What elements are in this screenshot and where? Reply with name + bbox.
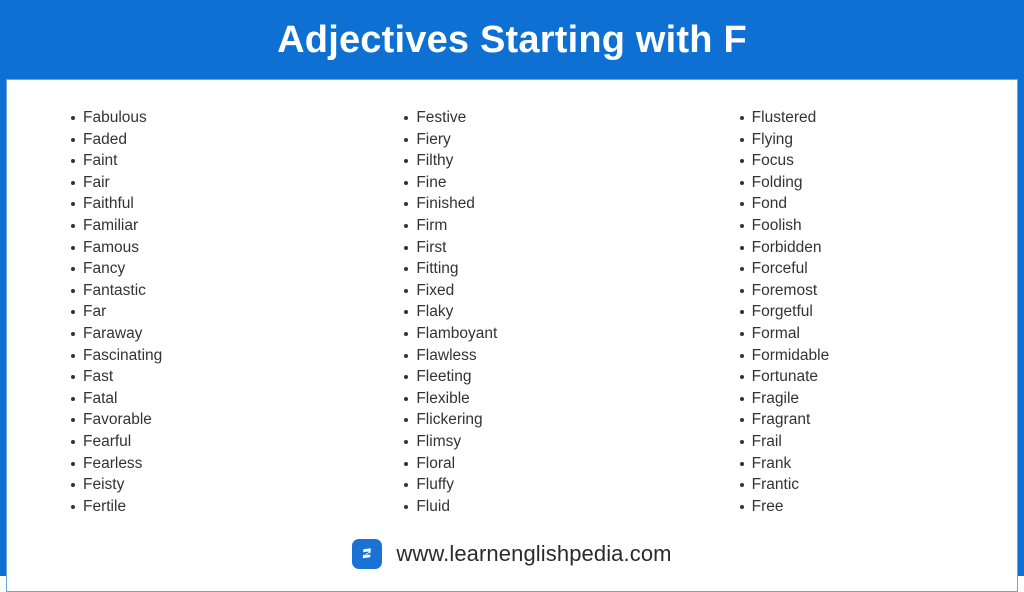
list-item: Fearless bbox=[70, 453, 346, 475]
word-columns: Fabulous Faded Faint Fair Faithful Famil… bbox=[7, 80, 1017, 517]
list-item: Fleeting bbox=[404, 366, 685, 388]
list-item: Fluffy bbox=[404, 474, 685, 496]
list-item: Familiar bbox=[70, 215, 346, 237]
list-item: Frail bbox=[739, 431, 1017, 453]
list-item: Flaky bbox=[404, 301, 685, 323]
list-item: Flamboyant bbox=[404, 323, 685, 345]
list-item: Fair bbox=[70, 172, 346, 194]
list-item: Flustered bbox=[739, 107, 1017, 129]
list-item: Favorable bbox=[70, 409, 346, 431]
header-banner: Adjectives Starting with F bbox=[0, 0, 1024, 79]
list-item: Fluid bbox=[404, 496, 685, 518]
list-item: Finished bbox=[404, 193, 685, 215]
list-item: Focus bbox=[739, 150, 1017, 172]
word-list-1: Fabulous Faded Faint Fair Faithful Famil… bbox=[65, 107, 346, 517]
list-item: Foolish bbox=[739, 215, 1017, 237]
footer-branding: www.learnenglishpedia.com bbox=[7, 517, 1017, 591]
list-item: Flexible bbox=[404, 388, 685, 410]
list-item: Flying bbox=[739, 129, 1017, 151]
page-title: Adjectives Starting with F bbox=[277, 18, 747, 61]
list-item: Fancy bbox=[70, 258, 346, 280]
list-item: Fiery bbox=[404, 129, 685, 151]
list-item: Fragrant bbox=[739, 409, 1017, 431]
word-column-2: Festive Fiery Filthy Fine Finished Firm … bbox=[346, 107, 685, 517]
list-item: Firm bbox=[404, 215, 685, 237]
poster-root: Adjectives Starting with F Fabulous Fade… bbox=[0, 0, 1024, 592]
list-item: Formidable bbox=[739, 345, 1017, 367]
word-list-2: Festive Fiery Filthy Fine Finished Firm … bbox=[398, 107, 685, 517]
list-item: Fond bbox=[739, 193, 1017, 215]
list-item: Fragile bbox=[739, 388, 1017, 410]
list-item: Folding bbox=[739, 172, 1017, 194]
list-item: Fatal bbox=[70, 388, 346, 410]
list-item: Forgetful bbox=[739, 301, 1017, 323]
list-item: Filthy bbox=[404, 150, 685, 172]
word-column-3: Flustered Flying Focus Folding Fond Fool… bbox=[686, 107, 1017, 517]
list-item: Fixed bbox=[404, 280, 685, 302]
list-item: Feisty bbox=[70, 474, 346, 496]
list-item: Fortunate bbox=[739, 366, 1017, 388]
list-item: Frank bbox=[739, 453, 1017, 475]
list-item: Forbidden bbox=[739, 237, 1017, 259]
list-item: Famous bbox=[70, 237, 346, 259]
list-item: Fantastic bbox=[70, 280, 346, 302]
list-item: Fitting bbox=[404, 258, 685, 280]
list-item: Faint bbox=[70, 150, 346, 172]
list-item: Festive bbox=[404, 107, 685, 129]
list-item: Formal bbox=[739, 323, 1017, 345]
letter-e-logo-icon bbox=[352, 539, 383, 570]
list-item: Free bbox=[739, 496, 1017, 518]
list-item: Foremost bbox=[739, 280, 1017, 302]
list-item: Forceful bbox=[739, 258, 1017, 280]
list-item: Fascinating bbox=[70, 345, 346, 367]
website-url: www.learnenglishpedia.com bbox=[396, 541, 672, 567]
list-item: Flawless bbox=[404, 345, 685, 367]
list-item: First bbox=[404, 237, 685, 259]
list-item: Floral bbox=[404, 453, 685, 475]
list-item: Flimsy bbox=[404, 431, 685, 453]
list-item: Frantic bbox=[739, 474, 1017, 496]
list-item: Far bbox=[70, 301, 346, 323]
list-item: Fabulous bbox=[70, 107, 346, 129]
word-column-1: Fabulous Faded Faint Fair Faithful Famil… bbox=[7, 107, 346, 517]
list-item: Fearful bbox=[70, 431, 346, 453]
word-list-3: Flustered Flying Focus Folding Fond Fool… bbox=[734, 107, 1017, 517]
list-item: Faraway bbox=[70, 323, 346, 345]
list-item: Faded bbox=[70, 129, 346, 151]
list-item: Flickering bbox=[404, 409, 685, 431]
list-item: Fine bbox=[404, 172, 685, 194]
list-item: Fertile bbox=[70, 496, 346, 518]
content-card: Fabulous Faded Faint Fair Faithful Famil… bbox=[6, 79, 1018, 592]
list-item: Faithful bbox=[70, 193, 346, 215]
list-item: Fast bbox=[70, 366, 346, 388]
